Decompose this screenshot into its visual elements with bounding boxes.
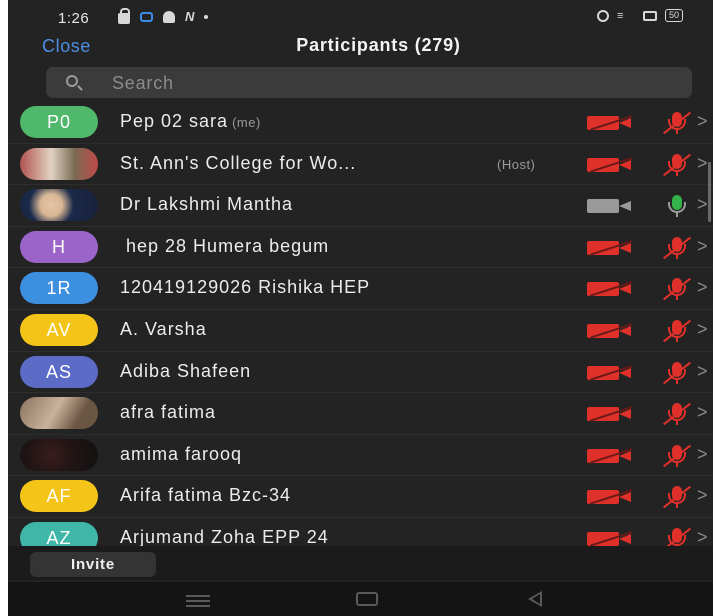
video-off-icon[interactable] — [587, 364, 633, 381]
mic-muted-icon[interactable] — [662, 443, 692, 469]
participant-name: 120419129026 Rishika HEP — [120, 277, 371, 298]
video-on-icon[interactable] — [587, 199, 632, 214]
avatar — [20, 189, 98, 222]
video-off-icon[interactable] — [587, 240, 633, 256]
more-notifications-icon — [204, 14, 209, 19]
participant-name: amima farooq — [120, 443, 243, 464]
video-off-icon[interactable] — [587, 115, 633, 131]
mic-muted-icon[interactable] — [662, 152, 692, 178]
chevron-right-icon[interactable]: > — [697, 485, 708, 506]
mic-muted-icon[interactable] — [662, 526, 692, 546]
participant-name: afra fatima — [120, 402, 217, 423]
chevron-right-icon[interactable]: > — [697, 319, 708, 340]
phone-screen: 1:26 N ≡ 50 Close Participants (279) P0 … — [8, 0, 713, 616]
alarm-icon — [596, 9, 609, 22]
participant-row[interactable]: AF Arifa fatima Bzc-34 > — [8, 476, 713, 518]
video-off-icon[interactable] — [587, 489, 633, 506]
page-title: Participants (279) — [296, 35, 461, 55]
participant-list[interactable]: P0 Pep 02 sara (me) > St. Ann's College f… — [8, 102, 713, 546]
participant-role: (me) — [232, 115, 261, 130]
status-bar: 1:26 N ≡ 50 — [8, 0, 713, 36]
participant-row[interactable]: P0 Pep 02 sara (me) > — [8, 102, 713, 144]
video-off-icon[interactable] — [587, 323, 633, 339]
search-icon — [66, 75, 78, 87]
participant-name: Arifa fatima Bzc-34 — [120, 485, 292, 506]
screen-icon — [642, 10, 657, 21]
avatar: 1R — [20, 272, 98, 305]
chevron-right-icon[interactable]: > — [697, 236, 708, 257]
chevron-right-icon[interactable]: > — [697, 402, 708, 423]
avatar: H — [20, 230, 98, 263]
back-icon[interactable] — [528, 591, 542, 607]
participant-name: Arjumand Zoha EPP 24 — [120, 526, 329, 546]
battery-icon: 50 — [664, 9, 683, 22]
invite-bar: Invite — [8, 546, 713, 580]
participant-name: hep 28 Humera begum — [120, 235, 330, 256]
mic-on-icon[interactable] — [662, 193, 690, 219]
bell-icon — [163, 10, 175, 23]
chevron-right-icon[interactable]: > — [697, 194, 708, 215]
participant-row[interactable]: AS Adiba Shafeen > — [8, 352, 713, 394]
avatar: P0 — [20, 106, 98, 138]
mic-muted-icon[interactable] — [662, 235, 692, 261]
participant-name: A. Varsha — [120, 318, 207, 339]
mic-muted-icon[interactable] — [662, 110, 692, 136]
avatar — [20, 397, 98, 430]
participant-name: St. Ann's College for Wo... — [120, 152, 357, 173]
video-off-icon[interactable] — [587, 406, 633, 422]
scrollbar[interactable] — [708, 162, 711, 222]
participants-header: Close Participants (279) — [8, 35, 713, 62]
status-time: 1:26 — [58, 10, 90, 27]
search-input[interactable] — [112, 71, 672, 95]
status-notification-icons: N — [118, 7, 209, 24]
home-icon[interactable] — [356, 592, 378, 606]
wifi-icon: ≡ — [616, 9, 624, 22]
search-bar[interactable] — [46, 67, 692, 98]
n-icon: N — [185, 9, 195, 24]
system-nav-bar — [8, 582, 713, 616]
chevron-right-icon[interactable]: > — [697, 277, 708, 298]
participant-row[interactable]: Dr Lakshmi Mantha > — [8, 185, 713, 227]
video-off-icon[interactable] — [587, 448, 633, 464]
avatar: AZ — [20, 521, 98, 546]
chevron-right-icon[interactable]: > — [697, 111, 708, 132]
lock-icon — [118, 7, 130, 24]
video-off-icon[interactable] — [587, 156, 633, 173]
participant-role: (Host) — [497, 156, 536, 172]
participant-row[interactable]: 1R 120419129026 Rishika HEP > — [8, 268, 713, 310]
participant-name: Adiba Shafeen — [120, 360, 252, 381]
avatar — [20, 147, 98, 180]
avatar: AS — [20, 355, 98, 388]
mic-muted-icon[interactable] — [662, 484, 692, 510]
mic-muted-icon[interactable] — [662, 318, 692, 344]
participant-row[interactable]: St. Ann's College for Wo... (Host) > — [8, 144, 713, 186]
avatar — [20, 438, 98, 471]
status-system-icons: ≡ 50 — [596, 9, 683, 22]
mic-muted-icon[interactable] — [662, 401, 692, 427]
participant-row[interactable]: AZ Arjumand Zoha EPP 24 > — [8, 518, 713, 546]
participant-name: Dr Lakshmi Mantha — [120, 194, 294, 215]
participant-row[interactable]: AV A. Varsha > — [8, 310, 713, 352]
chevron-right-icon[interactable]: > — [697, 527, 708, 546]
chevron-right-icon[interactable]: > — [697, 444, 708, 465]
menu-icon[interactable] — [186, 595, 210, 610]
participant-name: Pep 02 sara (me) — [120, 111, 261, 132]
participant-row[interactable]: amima farooq > — [8, 435, 713, 477]
participant-name-text: Pep 02 sara — [120, 111, 229, 131]
participant-row[interactable]: afra fatima > — [8, 393, 713, 435]
video-off-icon[interactable] — [587, 281, 633, 298]
mic-muted-icon[interactable] — [662, 276, 692, 302]
participant-row[interactable]: H hep 28 Humera begum > — [8, 227, 713, 269]
chevron-right-icon[interactable]: > — [697, 361, 708, 382]
avatar: AV — [20, 313, 98, 346]
zoom-icon — [140, 11, 153, 22]
video-off-icon[interactable] — [587, 531, 633, 546]
chevron-right-icon[interactable]: > — [697, 153, 708, 174]
avatar: AF — [20, 480, 98, 513]
mic-muted-icon[interactable] — [662, 360, 692, 386]
invite-button[interactable]: Invite — [30, 552, 156, 577]
